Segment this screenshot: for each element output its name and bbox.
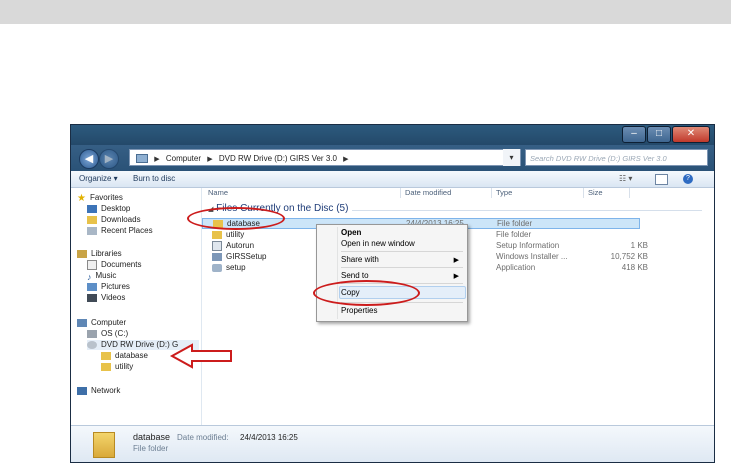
annotation-overlay bbox=[169, 343, 232, 369]
annotation-arrow-icon bbox=[169, 343, 232, 369]
